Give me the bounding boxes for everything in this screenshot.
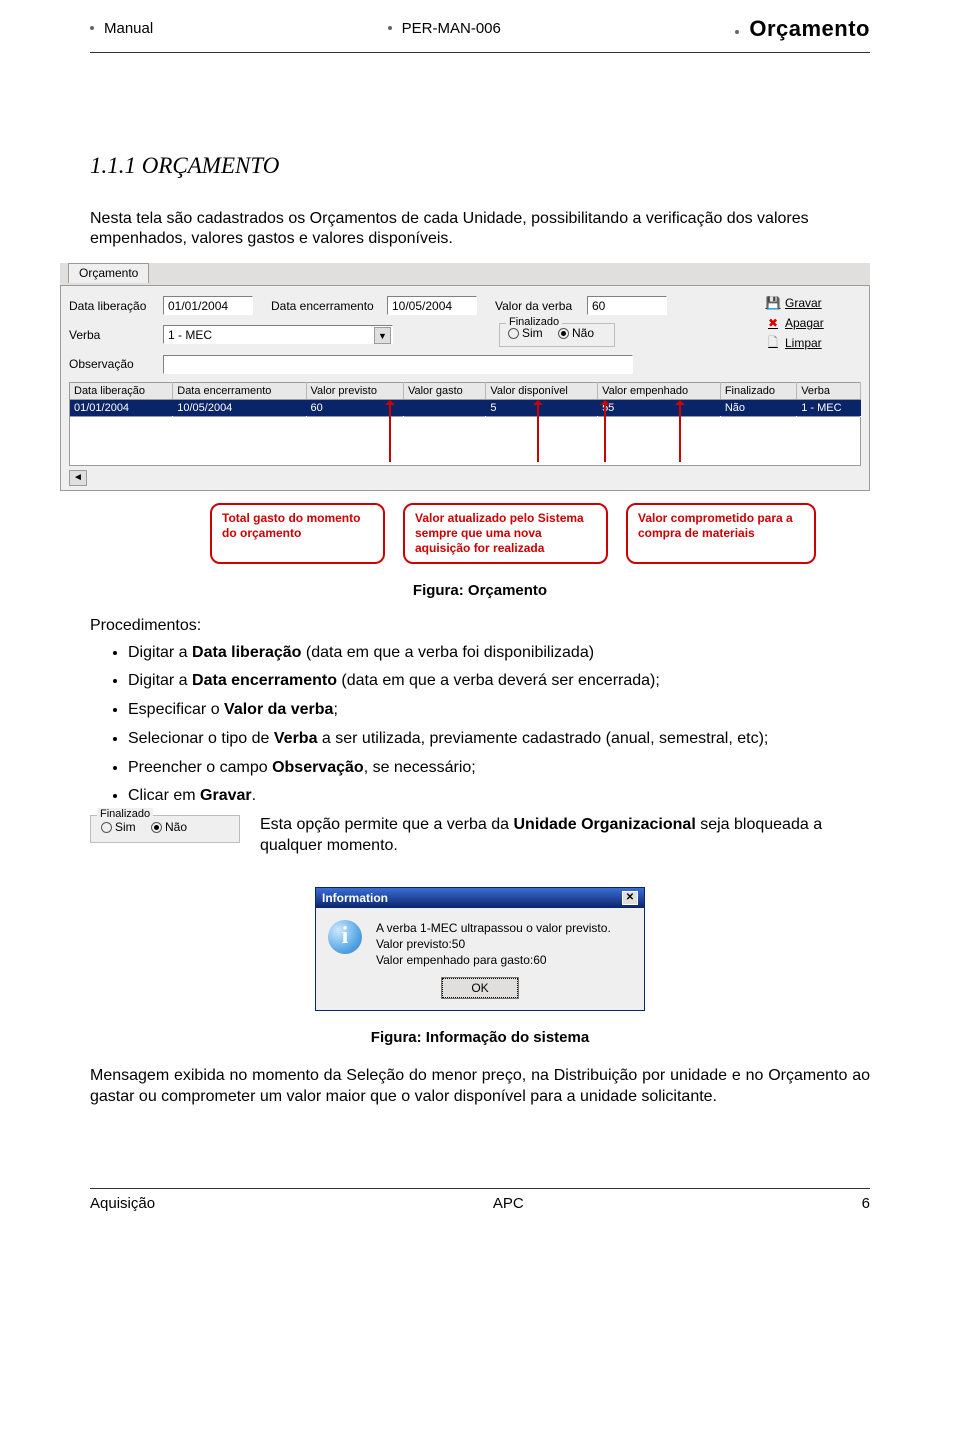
label-observacao: Observação <box>69 357 157 371</box>
limpar-button[interactable]: 🗋 Limpar <box>766 336 861 350</box>
ok-button[interactable]: OK <box>442 978 517 998</box>
list-item: Digitar a Data liberação (data em que a … <box>128 643 870 664</box>
document-header: Manual PER-MAN-006 Orçamento <box>90 20 870 53</box>
label-valor-verba: Valor da verba <box>495 299 581 313</box>
input-observacao[interactable] <box>163 355 633 374</box>
close-icon[interactable]: ✕ <box>622 891 638 905</box>
input-valor-verba[interactable]: 60 <box>587 296 667 315</box>
combo-verba[interactable]: 1 - MEC ▼ <box>163 325 393 344</box>
radio-sim[interactable]: Sim <box>508 326 543 340</box>
list-item: Especificar o Valor da verba; <box>128 700 870 721</box>
scroll-left-icon[interactable]: ◄ <box>69 470 87 486</box>
delete-icon: ✖ <box>766 316 780 330</box>
grid-col-0: Data liberação <box>70 382 173 399</box>
header-right: Orçamento <box>749 16 870 41</box>
label-verba: Verba <box>69 328 157 342</box>
footer-mid: APC <box>493 1195 524 1212</box>
gravar-button[interactable]: 💾 Gravar <box>766 296 861 310</box>
orcamento-grid[interactable]: Data liberação Data encerramento Valor p… <box>69 382 861 417</box>
radio-nao[interactable]: Não <box>558 326 594 340</box>
radio-nao-inline[interactable]: Não <box>151 820 187 834</box>
input-data-liberacao[interactable]: 01/01/2004 <box>163 296 253 315</box>
dialog-message: A verba 1-MEC ultrapassou o valor previs… <box>376 920 611 969</box>
grid-col-1: Data encerramento <box>173 382 306 399</box>
label-data-encerramento: Data encerramento <box>271 299 381 313</box>
header-left: Manual <box>104 20 153 37</box>
tab-orcamento[interactable]: Orçamento <box>68 263 149 283</box>
callout-total-gasto: Total gasto do momento do orçamento <box>210 503 385 564</box>
finalizado-inline: Finalizado Sim Não <box>90 815 240 843</box>
grid-col-5: Valor empenhado <box>598 382 721 399</box>
grid-col-6: Finalizado <box>720 382 796 399</box>
intro-paragraph: Nesta tela são cadastrados os Orçamentos… <box>90 209 870 249</box>
chevron-down-icon: ▼ <box>374 327 391 344</box>
bottom-paragraph: Mensagem exibida no momento da Seleção d… <box>90 1066 870 1108</box>
footer-right: 6 <box>862 1195 870 1212</box>
table-row[interactable]: 01/01/2004 10/05/2004 60 5 55 Não 1 - ME… <box>70 399 861 416</box>
information-dialog: Information ✕ i A verba 1-MEC ultrapasso… <box>315 887 645 1012</box>
figure-caption-2: Figura: Informação do sistema <box>90 1029 870 1046</box>
document-footer: Aquisição APC 6 <box>90 1188 870 1212</box>
input-data-encerramento[interactable]: 10/05/2004 <box>387 296 477 315</box>
list-item: Digitar a Data encerramento (data em que… <box>128 671 870 692</box>
callout-valor-comprometido: Valor comprometido para a compra de mate… <box>626 503 816 564</box>
grid-col-3: Valor gasto <box>403 382 485 399</box>
procedure-list: Digitar a Data liberação (data em que a … <box>90 643 870 808</box>
orcamento-window: Orçamento Data liberação 01/01/2004 Data… <box>60 263 870 491</box>
label-data-liberacao: Data liberação <box>69 299 157 313</box>
callout-valor-atualizado: Valor atualizado pelo Sistema sempre que… <box>403 503 608 564</box>
footer-left: Aquisição <box>90 1195 155 1212</box>
list-item: Selecionar o tipo de Verba a ser utiliza… <box>128 729 870 750</box>
list-item: Preencher o campo Observação, se necessá… <box>128 758 870 779</box>
inline-fin-text-prefix: Esta opção permite que a verba da <box>260 816 514 833</box>
radio-sim-inline[interactable]: Sim <box>101 820 136 834</box>
apagar-button[interactable]: ✖ Apagar <box>766 316 861 330</box>
grid-col-7: Verba <box>797 382 861 399</box>
procedimentos-heading: Procedimentos: <box>90 617 870 635</box>
finalizado-group: Finalizado Sim Não <box>499 323 615 347</box>
dialog-title: Information <box>322 891 388 905</box>
info-icon: i <box>328 920 362 954</box>
section-title: 1.1.1 ORÇAMENTO <box>90 153 870 179</box>
figure-caption-1: Figura: Orçamento <box>90 582 870 599</box>
new-icon: 🗋 <box>766 336 780 350</box>
callouts: Total gasto do momento do orçamento Valo… <box>210 503 870 564</box>
save-icon: 💾 <box>766 296 780 310</box>
header-mid: PER-MAN-006 <box>402 20 501 37</box>
list-item: Clicar em Gravar. <box>128 786 870 807</box>
